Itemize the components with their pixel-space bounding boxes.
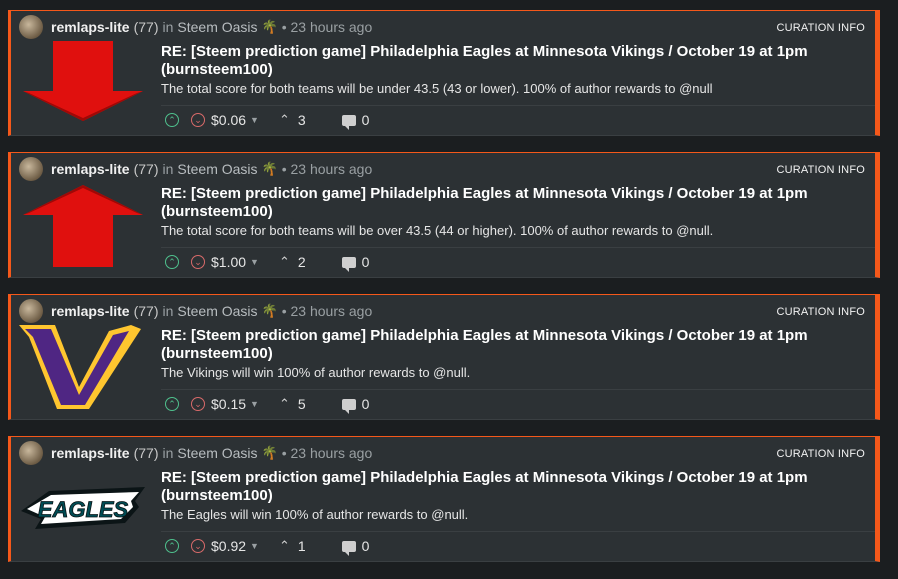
payout-value[interactable]: $0.15 [211,396,246,412]
payout-value[interactable]: $1.00 [211,254,246,270]
curation-info-link[interactable]: CURATION INFO [776,306,865,318]
post-card[interactable]: remlaps-lite (77) in Steem Oasis 🌴 • 23 … [8,152,880,278]
post-footer: ⌃ ⌄ $0.06 ▼ ⌃ 3 0 [161,105,875,134]
author-avatar[interactable] [19,15,43,39]
payout-value[interactable]: $0.06 [211,112,246,128]
vikings-logo-icon [19,325,141,409]
post-age[interactable]: • 23 hours ago [282,161,373,177]
post-summary[interactable]: The Vikings will win 100% of author rewa… [161,365,861,380]
palm-tree-icon: 🌴 [261,445,278,460]
in-label: in [162,19,174,35]
comments-count[interactable]: 0 [362,396,370,412]
chevron-down-icon[interactable]: ▼ [250,257,259,267]
comment-icon[interactable] [341,398,356,414]
downvote-button[interactable]: ⌄ [191,539,205,553]
downvote-button[interactable]: ⌄ [191,113,205,127]
comment-icon[interactable] [341,540,356,556]
post-card[interactable]: remlaps-lite (77) in Steem Oasis 🌴 • 23 … [8,10,880,136]
curation-info-link[interactable]: CURATION INFO [776,448,865,460]
eagles-logo-thumbnail[interactable]: EAGLES [19,467,147,551]
post-title[interactable]: RE: [Steem prediction game] Philadelphia… [161,43,851,79]
post-header: remlaps-lite (77) in Steem Oasis 🌴 • 23 … [19,299,372,323]
downvote-button[interactable]: ⌄ [191,397,205,411]
curation-info-link[interactable]: CURATION INFO [776,22,865,34]
post-card[interactable]: remlaps-lite (77) in Steem Oasis 🌴 • 23 … [8,294,880,420]
post-card[interactable]: remlaps-lite (77) in Steem Oasis 🌴 • 23 … [8,436,880,562]
post-feed: remlaps-lite (77) in Steem Oasis 🌴 • 23 … [0,0,898,579]
post-header: remlaps-lite (77) in Steem Oasis 🌴 • 23 … [19,157,372,181]
chevron-down-icon[interactable]: ▼ [250,399,259,409]
post-title[interactable]: RE: [Steem prediction game] Philadelphia… [161,185,851,221]
author-avatar[interactable] [19,299,43,323]
author-name[interactable]: remlaps-lite [51,445,130,461]
svg-text:EAGLES: EAGLES [38,497,129,522]
upvote-button[interactable]: ⌃ [165,397,179,411]
post-header: remlaps-lite (77) in Steem Oasis 🌴 • 23 … [19,15,372,39]
voters-count[interactable]: 1 [298,538,306,554]
community-link[interactable]: Steem Oasis [177,161,257,177]
red-down-arrow-thumbnail[interactable] [19,41,147,125]
community-link[interactable]: Steem Oasis [177,303,257,319]
author-reputation: (77) [133,19,159,35]
post-title[interactable]: RE: [Steem prediction game] Philadelphia… [161,327,851,363]
post-age[interactable]: • 23 hours ago [282,303,373,319]
voters-count[interactable]: 2 [298,254,306,270]
post-age[interactable]: • 23 hours ago [282,19,373,35]
upvote-button[interactable]: ⌃ [165,539,179,553]
author-name[interactable]: remlaps-lite [51,161,130,177]
chevron-down-icon[interactable]: ▼ [250,115,259,125]
vikings-logo-thumbnail[interactable] [19,325,147,409]
post-footer: ⌃ ⌄ $0.92 ▼ ⌃ 1 0 [161,531,875,560]
upvote-button[interactable]: ⌃ [165,255,179,269]
curation-info-link[interactable]: CURATION INFO [776,164,865,176]
community-link[interactable]: Steem Oasis [177,445,257,461]
red-up-arrow-thumbnail[interactable] [19,183,147,267]
upvote-button[interactable]: ⌃ [165,113,179,127]
author-reputation: (77) [133,161,159,177]
post-summary[interactable]: The total score for both teams will be u… [161,81,861,96]
chevron-up-icon: ⌃ [278,112,290,127]
author-avatar[interactable] [19,157,43,181]
post-age[interactable]: • 23 hours ago [282,445,373,461]
post-summary[interactable]: The Eagles will win 100% of author rewar… [161,507,861,522]
author-reputation: (77) [133,445,159,461]
chevron-up-icon: ⌃ [278,538,290,553]
chevron-up-icon: ⌃ [278,254,290,269]
downvote-button[interactable]: ⌄ [191,255,205,269]
comments-count[interactable]: 0 [362,112,370,128]
post-title[interactable]: RE: [Steem prediction game] Philadelphia… [161,469,851,505]
in-label: in [162,445,174,461]
community-link[interactable]: Steem Oasis [177,19,257,35]
voters-count[interactable]: 5 [298,396,306,412]
author-name[interactable]: remlaps-lite [51,303,130,319]
author-avatar[interactable] [19,441,43,465]
comments-count[interactable]: 0 [362,254,370,270]
chevron-down-icon[interactable]: ▼ [250,541,259,551]
in-label: in [162,303,174,319]
comments-count[interactable]: 0 [362,538,370,554]
palm-tree-icon: 🌴 [261,19,278,34]
author-reputation: (77) [133,303,159,319]
comment-icon[interactable] [341,114,356,130]
palm-tree-icon: 🌴 [261,161,278,176]
post-header: remlaps-lite (77) in Steem Oasis 🌴 • 23 … [19,441,372,465]
author-name[interactable]: remlaps-lite [51,19,130,35]
post-footer: ⌃ ⌄ $0.15 ▼ ⌃ 5 0 [161,389,875,418]
comment-icon[interactable] [341,256,356,272]
payout-value[interactable]: $0.92 [211,538,246,554]
palm-tree-icon: 🌴 [261,303,278,318]
post-footer: ⌃ ⌄ $1.00 ▼ ⌃ 2 0 [161,247,875,276]
voters-count[interactable]: 3 [298,112,306,128]
chevron-up-icon: ⌃ [278,396,290,411]
post-summary[interactable]: The total score for both teams will be o… [161,223,861,238]
in-label: in [162,161,174,177]
eagles-logo-icon: EAGLES [21,487,145,529]
